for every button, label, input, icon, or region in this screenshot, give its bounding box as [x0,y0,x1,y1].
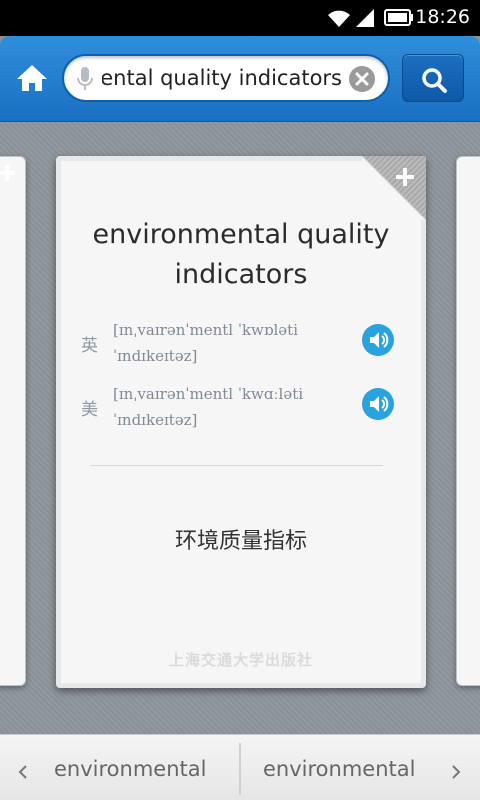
bottom-nav: environmental environmental [0,734,480,800]
phonetic-text: [ɪnˌvaɪrənˈmentl ˈkwɒləti ˈɪndɪkeɪtəz] [113,321,298,365]
previous-word-button[interactable]: environmental [0,735,239,800]
battery-icon [384,9,413,26]
search-input[interactable]: environmental quality indicators [102,56,342,100]
clock: 18:26 [415,6,470,28]
search-button[interactable] [402,54,464,102]
home-button[interactable] [14,60,50,96]
previous-word-label: environmental [54,757,207,781]
mic-icon[interactable] [76,66,94,92]
add-to-wordbook-button[interactable] [362,156,426,220]
home-icon [17,65,47,91]
speaker-icon[interactable] [361,323,395,357]
phonetic-text: [ɪnˌvaɪrənˈmentl ˈkwɑːləti ˈɪndɪkeɪtəz] [113,385,304,429]
chevron-left-icon [18,765,27,779]
next-word-button[interactable]: environmental [241,735,480,800]
translation: 环境质量指标 [174,529,307,554]
top-bar: environmental quality indicators [0,36,480,122]
signal-icon [356,9,374,27]
region-label: 英 [81,336,98,356]
clear-icon[interactable] [348,65,376,93]
speaker-icon[interactable] [361,387,395,421]
next-card[interactable] [456,156,480,686]
wifi-icon [328,10,350,27]
region-label: 美 [81,400,98,420]
word-card: environmental quality indicators 英 [ɪnˌv… [56,156,426,688]
previous-card[interactable] [0,156,26,686]
headword: environmental quality indicators [92,219,390,290]
status-bar: 18:26 [0,0,480,36]
chevron-right-icon [452,765,461,779]
divider [91,465,383,466]
publisher-watermark: 上海交通大学出版社 [168,651,313,669]
card-carousel[interactable]: environmental quality indicators 英 [ɪnˌv… [0,122,480,734]
next-word-label: environmental [263,757,416,781]
add-icon [0,165,15,181]
search-box[interactable]: environmental quality indicators [62,54,390,102]
search-icon [422,68,447,93]
